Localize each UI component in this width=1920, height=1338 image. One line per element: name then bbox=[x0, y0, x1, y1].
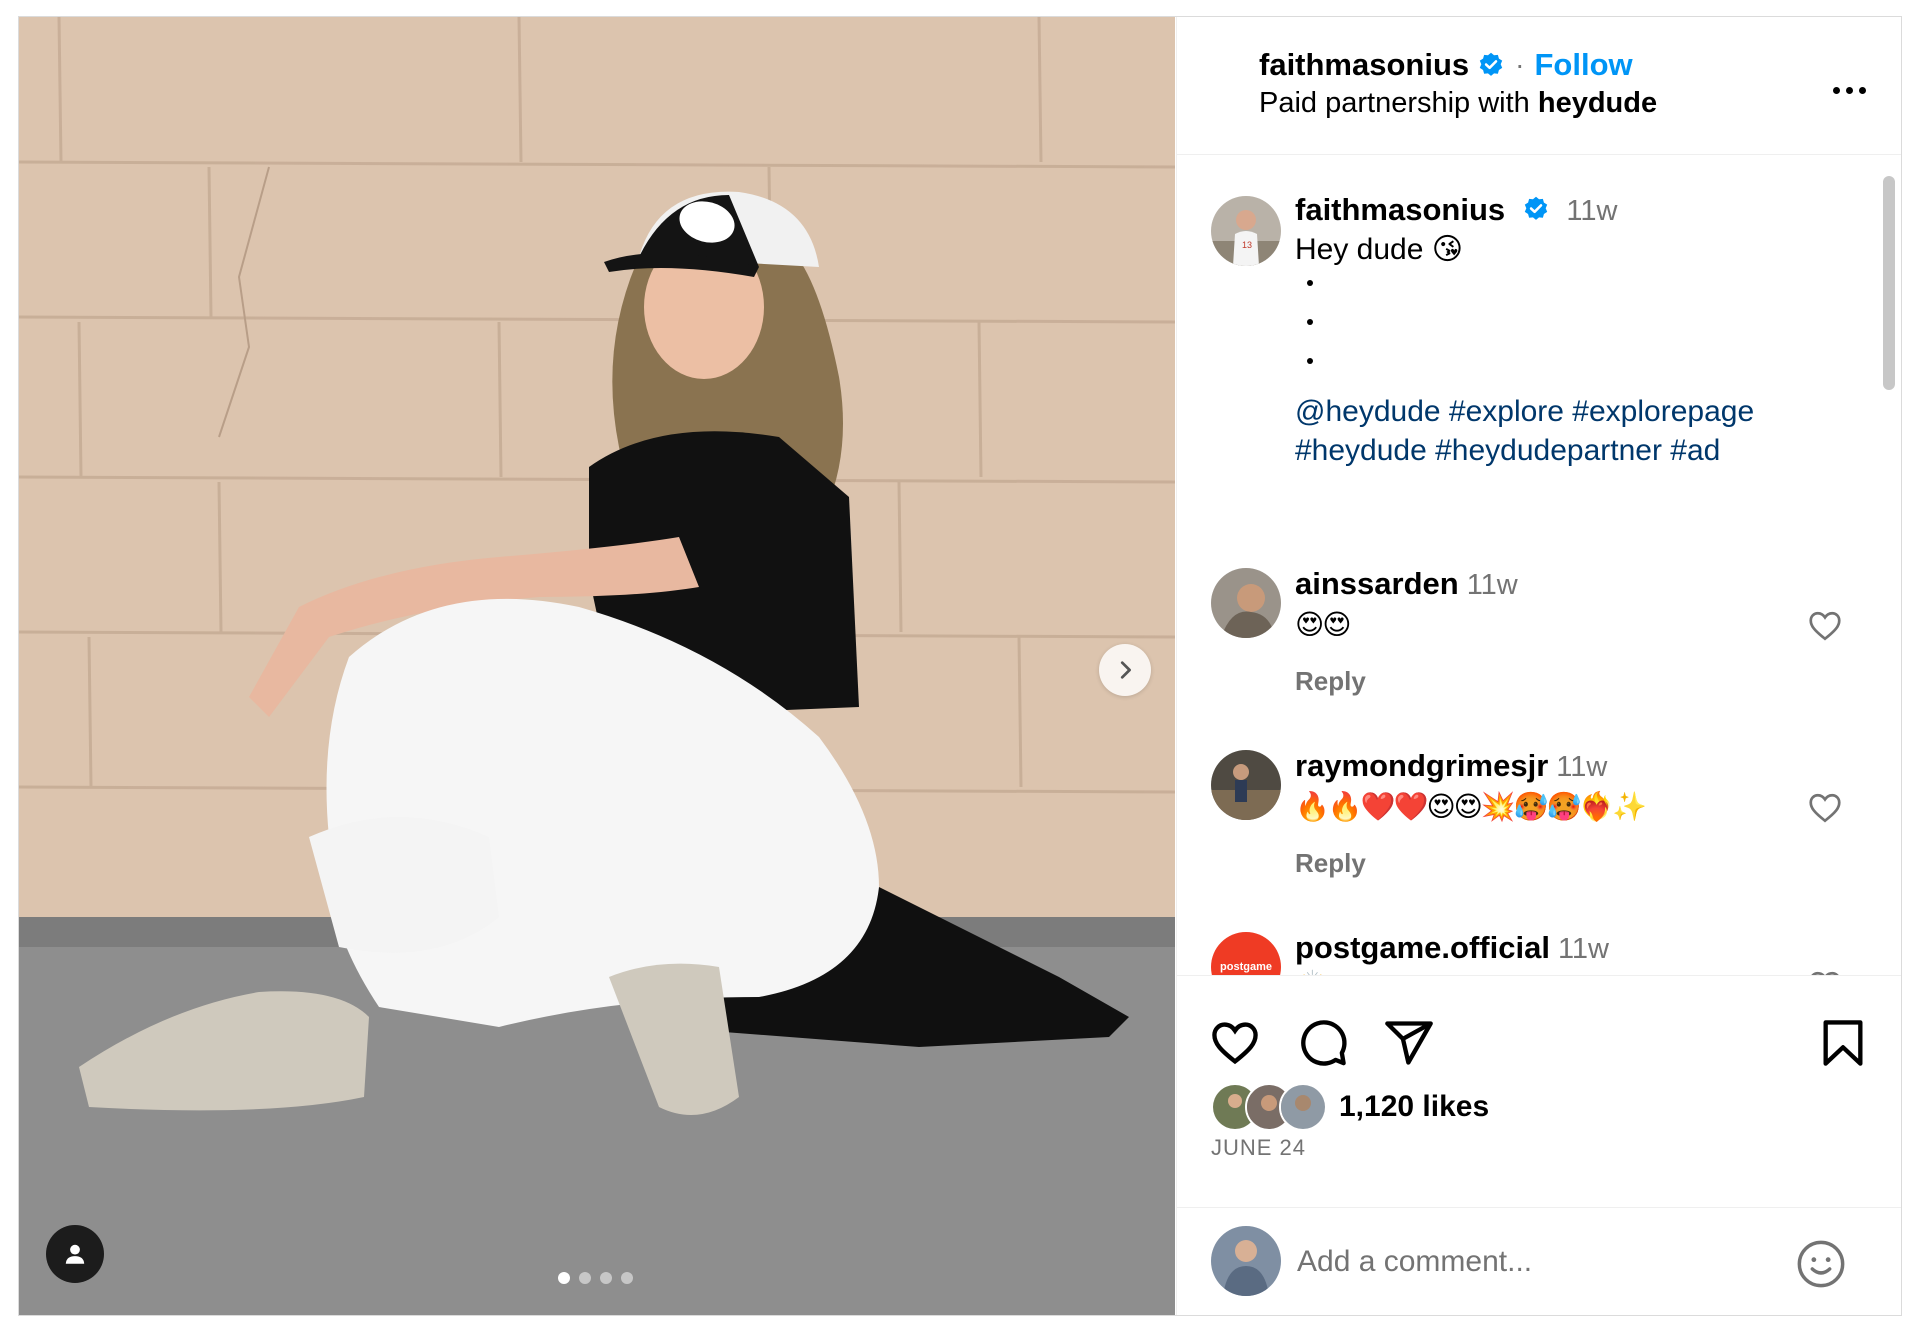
tagged-users-button[interactable] bbox=[46, 1225, 104, 1283]
next-arrow-icon bbox=[1120, 661, 1131, 679]
carousel-indicator bbox=[558, 1272, 633, 1284]
commenter-avatar[interactable] bbox=[1211, 568, 1281, 638]
caption-bullet bbox=[1307, 319, 1313, 325]
carousel-dot bbox=[600, 1272, 612, 1284]
reply-button[interactable]: Reply bbox=[1295, 666, 1366, 697]
comment-username[interactable]: ainssarden bbox=[1295, 566, 1459, 601]
carousel-dot bbox=[621, 1272, 633, 1284]
carousel-dot bbox=[579, 1272, 591, 1284]
follow-button[interactable]: Follow bbox=[1534, 47, 1632, 83]
comment-header: raymondgrimesjr 11w bbox=[1295, 748, 1607, 784]
partnership-prefix: Paid partnership with bbox=[1259, 87, 1538, 119]
svg-text:13: 13 bbox=[1242, 240, 1252, 250]
comment-header: ainssarden 11w bbox=[1295, 566, 1518, 602]
comment-username[interactable]: postgame.official bbox=[1295, 930, 1550, 965]
likes-row[interactable]: 1,120 likes bbox=[1211, 1083, 1489, 1131]
heart-icon[interactable] bbox=[1209, 1017, 1261, 1069]
comment-header: postgame.official 11w bbox=[1295, 930, 1609, 966]
verified-badge-icon bbox=[1524, 196, 1547, 220]
comment-text: 🙌 bbox=[1295, 968, 1330, 975]
post-dialog: faithmasonius · Follow Paid partnership … bbox=[18, 16, 1902, 1316]
comments-section[interactable]: 13 faithmasonius 11w Hey dude 😘 @heydude… bbox=[1177, 156, 1901, 976]
post-side-panel: faithmasonius · Follow Paid partnership … bbox=[1176, 17, 1901, 1315]
emoji-icon[interactable] bbox=[1795, 1238, 1847, 1290]
post-media bbox=[19, 17, 1175, 1315]
caption-username[interactable]: faithmasonius bbox=[1295, 192, 1505, 227]
comment-time[interactable]: 11w bbox=[1558, 933, 1609, 965]
heart-icon[interactable] bbox=[1807, 790, 1843, 826]
verified-badge-icon bbox=[1479, 52, 1503, 76]
bookmark-icon[interactable] bbox=[1817, 1017, 1869, 1069]
paid-partnership-label: Paid partnership with heydude bbox=[1259, 87, 1657, 120]
post-photo bbox=[19, 17, 1175, 1315]
author-line: faithmasonius · Follow bbox=[1259, 47, 1633, 83]
commenter-avatar[interactable]: postgame bbox=[1211, 932, 1281, 975]
author-avatar[interactable]: 13 bbox=[1211, 196, 1281, 266]
current-user-avatar bbox=[1211, 1226, 1281, 1296]
action-bar bbox=[1177, 1017, 1901, 1077]
comment-icon[interactable] bbox=[1297, 1017, 1349, 1069]
liker-avatar bbox=[1279, 1083, 1327, 1131]
next-image-button[interactable] bbox=[1099, 644, 1151, 696]
comments-scrollbar[interactable] bbox=[1883, 176, 1895, 390]
partner-link[interactable]: heydude bbox=[1538, 87, 1657, 119]
comment-username[interactable]: raymondgrimesjr bbox=[1295, 748, 1548, 783]
heart-icon[interactable] bbox=[1807, 608, 1843, 644]
add-comment-bar bbox=[1177, 1207, 1901, 1315]
heart-icon[interactable] bbox=[1807, 968, 1843, 976]
caption-bullet bbox=[1307, 358, 1313, 364]
caption-time[interactable]: 11w bbox=[1566, 195, 1617, 227]
post-date[interactable]: JUNE 24 bbox=[1211, 1135, 1306, 1161]
carousel-dot bbox=[558, 1272, 570, 1284]
comment-input[interactable] bbox=[1295, 1236, 1779, 1288]
caption-bullet bbox=[1307, 280, 1313, 286]
comment-time[interactable]: 11w bbox=[1556, 751, 1607, 783]
comment-text: 😍😍 bbox=[1295, 609, 1351, 640]
author-username[interactable]: faithmasonius bbox=[1259, 47, 1469, 83]
share-icon[interactable] bbox=[1383, 1017, 1435, 1069]
comment-text: 🔥🔥❤️❤️😍😍💥🥵🥵❤️‍🔥✨ bbox=[1295, 791, 1647, 822]
reply-button[interactable]: Reply bbox=[1295, 848, 1366, 879]
separator-dot: · bbox=[1515, 49, 1525, 80]
caption-text: Hey dude 😘 bbox=[1295, 233, 1464, 266]
likes-count[interactable]: 1,120 likes bbox=[1339, 1090, 1489, 1124]
user-tag-icon bbox=[65, 1244, 85, 1264]
post-header: faithmasonius · Follow Paid partnership … bbox=[1177, 17, 1901, 155]
postgame-logo-text: postgame bbox=[1220, 961, 1272, 973]
commenter-avatar[interactable] bbox=[1211, 750, 1281, 820]
caption-header: faithmasonius 11w bbox=[1295, 192, 1617, 228]
more-options-icon[interactable] bbox=[1825, 75, 1873, 105]
caption-hashtags[interactable]: @heydude #explore #explorepage #heydude … bbox=[1295, 392, 1855, 470]
comment-time[interactable]: 11w bbox=[1467, 569, 1518, 601]
